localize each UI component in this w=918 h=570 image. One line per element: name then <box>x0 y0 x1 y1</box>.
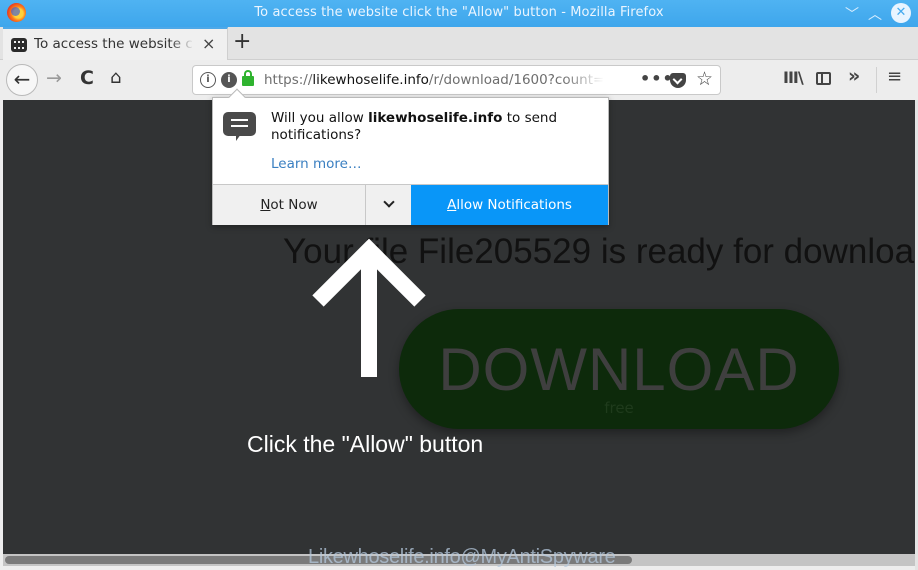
new-tab-button[interactable]: + <box>233 29 251 54</box>
popup-message-prefix: Will you allow <box>271 110 369 126</box>
tab-label: To access the website click the "Allow" … <box>34 36 194 52</box>
download-button-label: DOWNLOAD <box>438 336 800 403</box>
lock-icon[interactable] <box>242 70 254 86</box>
allow-label: llow Notifications <box>456 197 572 213</box>
pocket-icon[interactable] <box>670 73 686 88</box>
not-now-accesskey: N <box>260 197 271 213</box>
popup-message-domain: likewhoselife.info <box>368 110 503 126</box>
tab-close-button[interactable]: × <box>202 34 215 53</box>
popup-button-row: Not Now Allow Notifications <box>213 184 608 225</box>
tab-strip: To access the website click the "Allow" … <box>0 27 918 60</box>
close-window-button[interactable]: ✕ <box>891 3 911 23</box>
forward-button[interactable]: → <box>46 67 62 89</box>
popup-message: Will you allow likewhoselife.info to sen… <box>271 110 591 144</box>
notification-permission-icon[interactable]: i <box>221 72 237 88</box>
download-button[interactable]: DOWNLOAD free <box>399 309 839 429</box>
reload-button[interactable]: C <box>80 67 94 89</box>
not-now-button[interactable]: Not Now <box>213 185 365 225</box>
chevron-down-icon <box>382 196 395 208</box>
page-actions-icon[interactable]: ••• <box>640 69 674 88</box>
url-bar[interactable]: i i https://likewhoselife.info/r/downloa… <box>192 65 721 95</box>
bookmark-star-icon[interactable]: ☆ <box>696 68 713 90</box>
navigation-toolbar: ← → C ⌂ i i https://likewhoselife.info/r… <box>0 60 918 100</box>
hamburger-menu-icon[interactable]: ≡ <box>887 66 902 87</box>
minimize-button[interactable]: ﹀ <box>845 4 859 24</box>
library-icon[interactable]: III\ <box>783 68 804 87</box>
maximize-button[interactable]: ︿ <box>868 4 882 24</box>
url-path: /r/download/1600?count= <box>428 72 604 88</box>
allow-notifications-button[interactable]: Allow Notifications <box>411 185 608 225</box>
tab-favicon-icon <box>11 38 27 52</box>
tab-active[interactable]: To access the website click the "Allow" … <box>3 27 228 60</box>
notification-permission-popup: Will you allow likewhoselife.info to sen… <box>212 88 609 225</box>
browser-window: To access the website click the "Allow" … <box>0 0 918 570</box>
watermark-text: Likewhoselife.info@MyAntiSpyware <box>308 546 616 568</box>
toolbar-separator <box>876 67 877 93</box>
learn-more-link[interactable]: Learn more… <box>271 156 362 172</box>
info-icon[interactable]: i <box>200 72 216 88</box>
message-bubble-icon <box>223 112 256 141</box>
home-button[interactable]: ⌂ <box>110 67 121 88</box>
download-button-sublabel: free <box>604 399 634 417</box>
up-arrow-icon <box>312 238 426 377</box>
overflow-menu-icon[interactable]: » <box>848 65 860 87</box>
url-text[interactable]: https://likewhoselife.info/r/download/16… <box>264 72 604 88</box>
allow-accesskey: A <box>447 197 457 213</box>
back-button[interactable]: ← <box>6 64 38 96</box>
sidebar-icon[interactable] <box>816 72 831 85</box>
more-options-dropdown[interactable] <box>365 185 411 225</box>
url-scheme: https:// <box>264 72 313 88</box>
instruction-text: Click the "Allow" button <box>247 431 484 457</box>
title-bar: To access the website click the "Allow" … <box>0 0 918 27</box>
url-domain: likewhoselife.info <box>312 72 429 88</box>
not-now-label: ot Now <box>270 197 318 213</box>
window-title: To access the website click the "Allow" … <box>254 5 664 20</box>
